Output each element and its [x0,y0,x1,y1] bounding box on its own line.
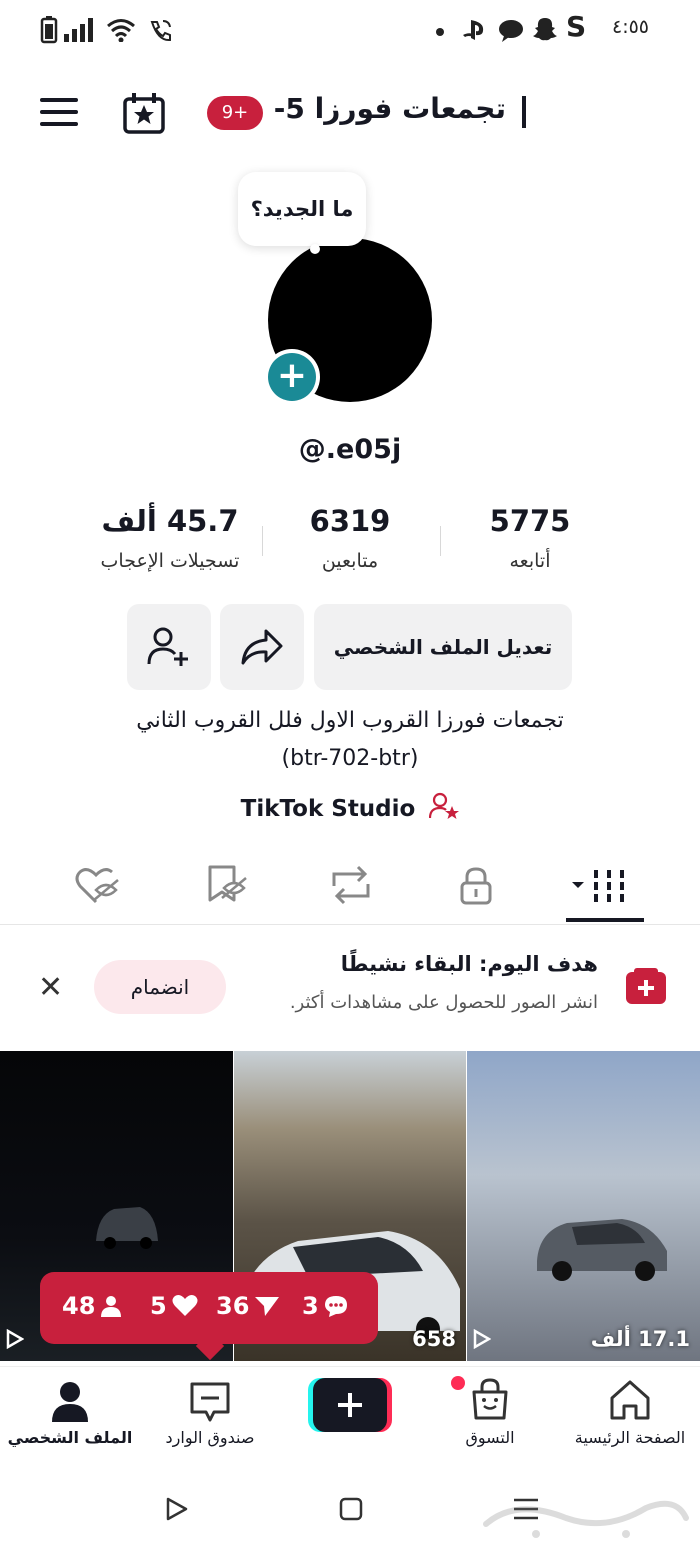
edit-profile-button[interactable]: تعديل الملف الشخصي [314,604,572,690]
create-plus-icon [336,1391,364,1419]
status-s-label: S [566,10,587,43]
status-time: ٤:٥٥ [612,16,650,38]
popup-likes-count: 5 [150,1292,167,1320]
popup-shares-count: 36 [216,1292,250,1320]
battery-icon [40,16,58,44]
add-user-icon [147,626,191,668]
tab-videos[interactable] [566,864,644,910]
goal-title: هدف اليوم: البقاء نشيطًا [340,952,598,976]
car-shape [527,1201,677,1281]
status-bar: S ٤:٥٥ [0,0,700,60]
tabs-divider [0,924,700,925]
nav-inbox-label[interactable]: صندوق الوارد [140,1428,280,1447]
create-button[interactable] [308,1378,392,1432]
likes-label[interactable]: تسجيلات الإعجاب [70,550,270,572]
playstation-icon [462,18,488,42]
haraj-watermark [476,1488,692,1544]
nav-home-label[interactable]: الصفحة الرئيسية [560,1428,700,1447]
notification-badge: 9+ [207,96,263,130]
car-shape [92,1199,162,1249]
wifi-call-icon [148,18,174,44]
notification-dot-icon [436,28,444,36]
following-count[interactable]: 5775 [440,504,620,538]
inbox-icon[interactable] [188,1380,232,1424]
popup-shares: 36 [216,1292,281,1320]
signal-icon [64,18,94,42]
popup-likes: 5 [150,1292,199,1320]
tiktok-studio-link[interactable]: TikTok Studio [0,792,700,822]
following-label[interactable]: أتابعه [430,550,630,572]
new-activity-popup[interactable]: 3 36 5 48 [40,1272,378,1344]
add-avatar-button[interactable]: + [264,349,320,405]
add-post-icon [624,966,668,1006]
tab-private-lock-icon[interactable] [458,866,494,906]
popup-followers: 48 [62,1292,123,1320]
view-count: 658 [412,1327,456,1351]
shop-icon[interactable] [470,1378,510,1422]
active-tab-indicator [566,918,644,922]
home-square-icon[interactable] [338,1496,364,1522]
person-icon [99,1294,123,1318]
menu-icon[interactable] [40,96,78,128]
play-icon [473,1329,491,1349]
wifi-icon [106,18,136,42]
bio-line-1: تجمعات فورزا القروب الاول فلل القروب الث… [136,708,564,733]
goal-subtitle: انشر الصور للحصول على مشاهدات أكثر. [289,992,598,1013]
play-icon [6,1329,24,1349]
nav-profile-label[interactable]: الملف الشخصي [0,1428,140,1447]
shop-notification-dot [451,1376,465,1390]
video-thumbnail[interactable]: 17.1 ألف [467,1051,700,1361]
join-button[interactable]: انضمام [94,960,226,1014]
title-cursor [522,96,526,128]
comment-icon [323,1294,349,1318]
snapchat-icon [532,16,558,42]
send-icon [253,1294,281,1318]
whats-new-bubble[interactable]: ما الجديد؟ [238,172,366,246]
tab-reposts-icon[interactable] [328,864,374,906]
profile-icon[interactable] [50,1380,90,1424]
tab-favorites-hidden-icon[interactable] [204,864,248,906]
username: @.e05j [298,434,402,465]
plus-icon: + [268,353,316,401]
bio-line-2: (btr-702-btr) [281,746,419,771]
popup-comments: 3 [302,1292,349,1320]
popup-followers-count: 48 [62,1292,96,1320]
tab-liked-hidden-icon[interactable] [74,866,120,906]
share-icon [240,628,284,666]
creator-icon [429,792,460,820]
view-count: 17.1 ألف [590,1327,690,1351]
chat-app-icon [498,18,524,42]
nav-shop-label[interactable]: التسوق [420,1428,560,1447]
account-switcher-title[interactable]: تجمعات فورزا 5- [274,92,506,125]
back-icon[interactable] [164,1496,190,1522]
followers-label[interactable]: متابعين [250,550,450,572]
popup-comments-count: 3 [302,1292,319,1320]
share-profile-button[interactable] [220,604,304,690]
home-icon[interactable] [608,1378,652,1422]
close-icon[interactable]: ✕ [38,970,63,1005]
bubble-tail [310,244,320,254]
heart-icon [171,1294,199,1318]
add-friends-button[interactable] [127,604,211,690]
followers-count[interactable]: 6319 [260,504,440,538]
tiktok-studio-label: TikTok Studio [240,796,416,822]
likes-count[interactable]: 45.7 ألف [80,504,260,538]
calendar-star-icon[interactable] [122,92,166,134]
